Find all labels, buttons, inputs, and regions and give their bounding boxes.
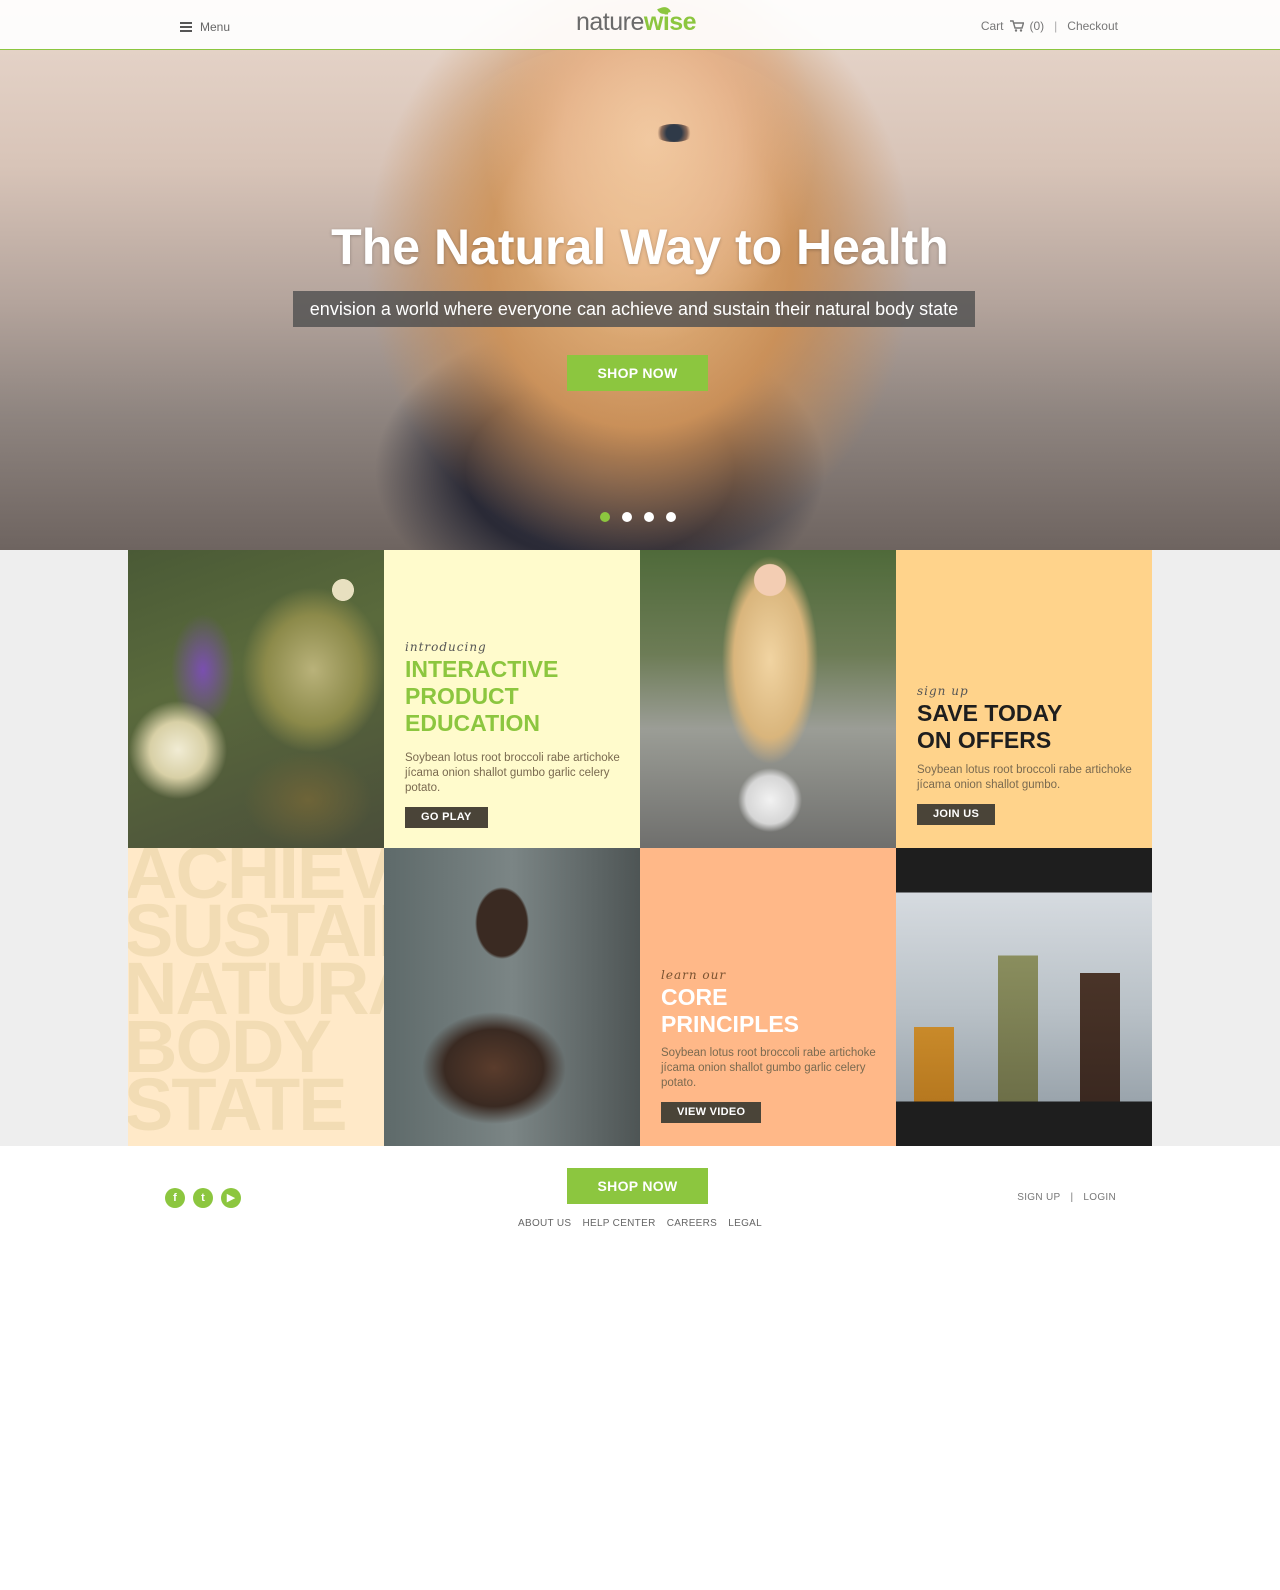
carousel-dot-2[interactable] [622,512,632,522]
footer-link-legal[interactable]: LEGAL [728,1218,762,1229]
hero-shop-now-button[interactable]: SHOP NOW [567,355,708,391]
offers-kicker: sign up [917,684,969,698]
hamburger-icon [180,22,192,32]
big-word: STATE [128,1063,348,1146]
logo-text-nature: nature [576,8,644,36]
youtube-icon[interactable]: ▶ [221,1188,241,1208]
principles-body: Soybean lotus root broccoli rabe articho… [661,1047,876,1089]
logo[interactable]: naturewise [576,5,697,37]
hero-title: The Natural Way to Health [331,219,949,275]
sign-up-link[interactable]: SIGN UP [1017,1192,1060,1203]
cart-link[interactable]: Cart [981,19,1004,33]
offers-title-line: SAVE TODAY [917,700,1063,726]
cart-icon[interactable] [1009,20,1024,32]
tile-save-offers: sign up SAVE TODAY ON OFFERS Soybean lot… [896,550,1152,848]
education-title-line: INTERACTIVE [405,656,559,682]
footer-account-links: SIGN UP | LOGIN [1017,1192,1116,1203]
carousel-dot-1[interactable] [600,512,610,522]
footer-link-help[interactable]: HELP CENTER [582,1218,655,1229]
education-title-line: EDUCATION [405,710,541,736]
photo-smiling-woman [640,550,896,848]
photo-woman-chalkboard [384,848,640,1146]
twitter-icon[interactable]: t [193,1188,213,1208]
principles-title-line: CORE [661,984,728,1010]
site-header: Menu naturewise Cart (0) | Checkout [0,0,1280,50]
photo-test-tubes [896,848,1152,1146]
menu-button[interactable]: Menu [180,20,230,34]
photo-herbs-capsules [128,550,384,848]
footer-links: ABOUT US HELP CENTER CAREERS LEGAL [0,1218,1280,1229]
hero-photo-eye [654,124,694,142]
hero-subtitle: envision a world where everyone can achi… [293,291,975,327]
principles-title: CORE PRINCIPLES [661,984,896,1038]
checkout-link[interactable]: Checkout [1067,19,1118,33]
login-link[interactable]: LOGIN [1083,1192,1116,1203]
header-cart-area: Cart (0) | Checkout [981,19,1118,33]
carousel-dot-4[interactable] [666,512,676,522]
logo-text-wise: wise [643,8,697,36]
carousel-dots [600,512,676,522]
offers-title: SAVE TODAY ON OFFERS [917,700,1152,754]
join-us-button[interactable]: JOIN US [917,804,996,825]
education-title-line: PRODUCT [405,683,519,709]
carousel-dot-3[interactable] [644,512,654,522]
menu-label: Menu [200,20,231,34]
offers-title-line: ON OFFERS [917,727,1052,753]
go-play-button[interactable]: GO PLAY [405,807,488,828]
tile-core-principles: learn our CORE PRINCIPLES Soybean lotus … [640,848,896,1146]
footer-shop-now-button[interactable]: SHOP NOW [567,1168,708,1204]
education-title: INTERACTIVE PRODUCT EDUCATION [405,656,640,737]
footer-link-about[interactable]: ABOUT US [518,1218,571,1229]
view-video-button[interactable]: VIEW VIDEO [661,1102,762,1123]
facebook-icon[interactable]: f [165,1188,185,1208]
principles-title-line: PRINCIPLES [661,1011,800,1037]
social-links: f t ▶ [165,1188,241,1208]
tile-big-words: ACHIEVE SUSTAIN NATURAL BODY STATE [128,848,384,1146]
footer-link-careers[interactable]: CAREERS [667,1218,717,1229]
tile-product-education: introducing INTERACTIVE PRODUCT EDUCATIO… [384,550,640,848]
cart-count: (0) [1029,19,1045,33]
offers-body: Soybean lotus root broccoli rabe articho… [917,764,1132,791]
footer-separator: | [1070,1192,1074,1203]
education-kicker: introducing [405,640,487,654]
principles-kicker: learn our [661,968,727,982]
big-words-graphic: ACHIEVE SUSTAIN NATURAL BODY STATE [128,848,384,1146]
header-separator: | [1054,19,1058,33]
hero-banner: The Natural Way to Health envision a wor… [0,0,1280,550]
education-body: Soybean lotus root broccoli rabe articho… [405,752,620,794]
